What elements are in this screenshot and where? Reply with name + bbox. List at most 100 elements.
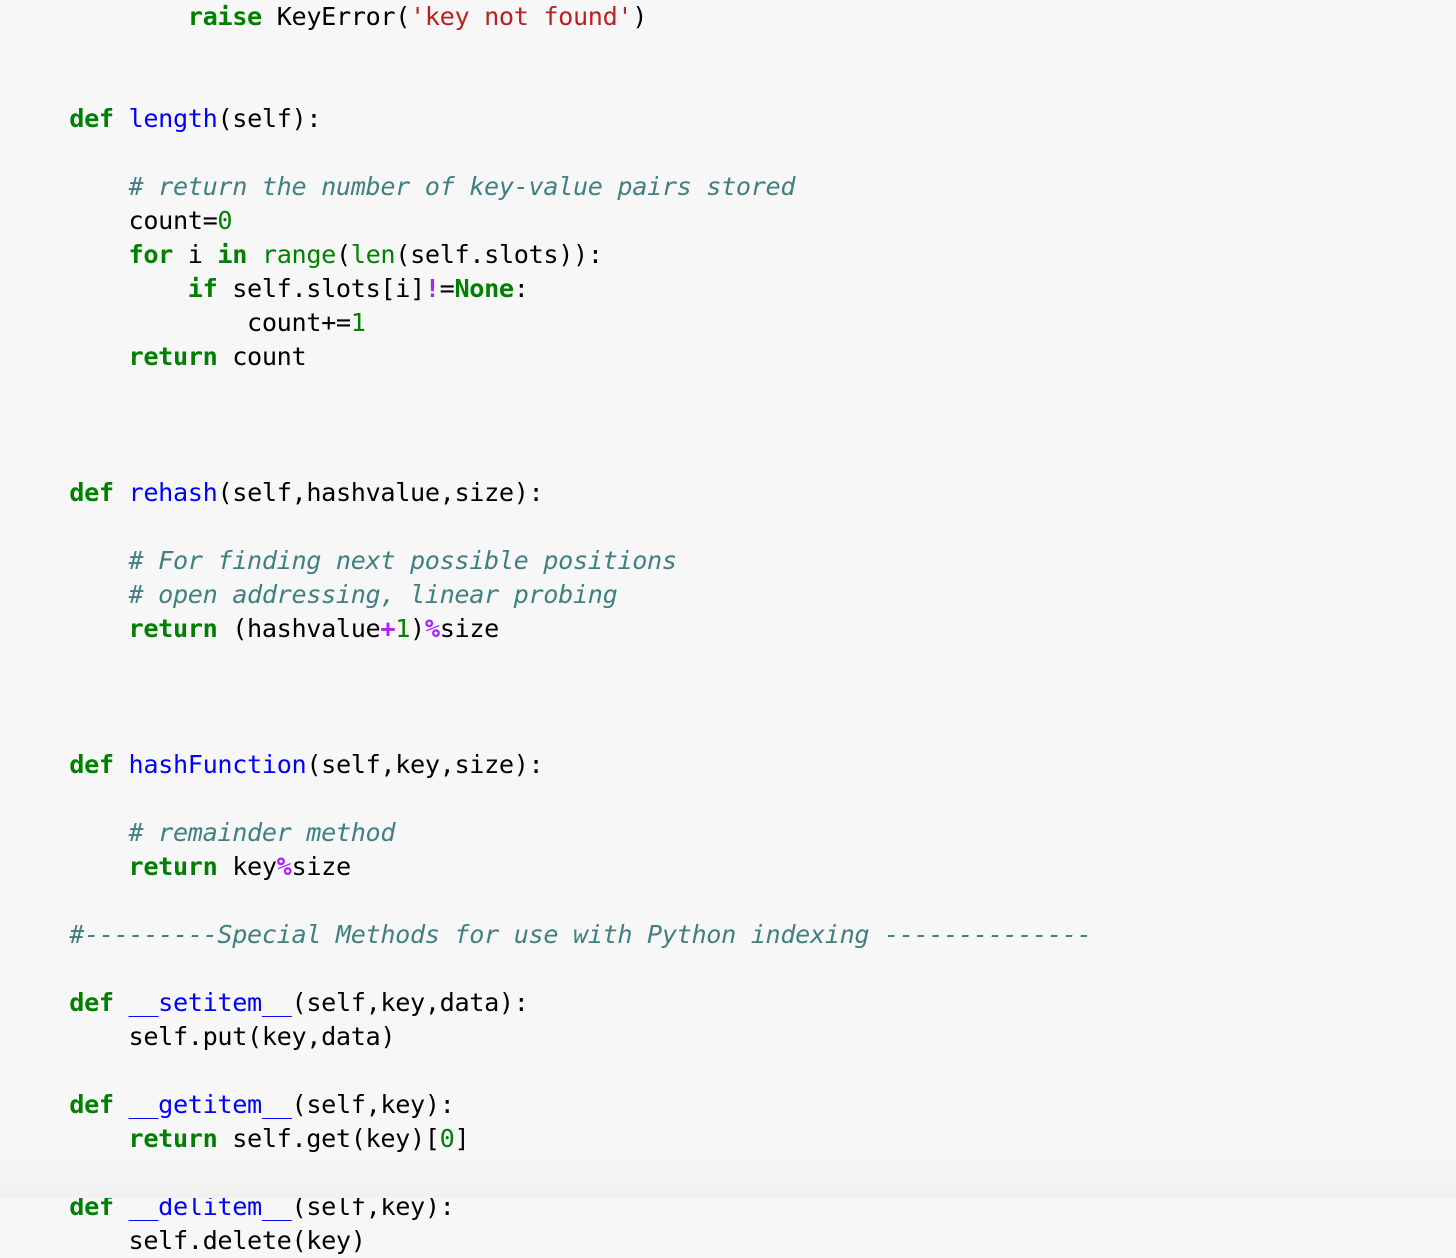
code-token: size: [439, 614, 500, 643]
code-token: (self,key,size):: [306, 750, 544, 779]
code-token: count=: [128, 206, 218, 235]
python-code-block[interactable]: raise KeyError('key not found') def leng…: [0, 0, 1456, 1258]
code-token: # open addressing, linear probing: [128, 580, 618, 609]
code-token: hashFunction: [128, 750, 307, 779]
code-token: %: [276, 852, 292, 881]
line-return-self-get: return self.get(key)[0]: [10, 1122, 1456, 1156]
line-def-length: def length(self):: [10, 102, 1456, 136]
code-token: self.get(key)[: [217, 1124, 440, 1153]
code-token: (hashvalue: [217, 614, 381, 643]
line-blank-11: [10, 782, 1456, 816]
line-if-slot-not-none: if self.slots[i]!=None:: [10, 272, 1456, 306]
code-token: self.delete(key): [128, 1226, 366, 1255]
line-blank-10: [10, 714, 1456, 748]
line-self-delete: self.delete(key): [10, 1224, 1456, 1258]
line-return-rehash: return (hashvalue+1)%size: [10, 612, 1456, 646]
code-token: length: [128, 104, 218, 133]
code-token: for: [128, 240, 174, 269]
line-blank-1: [10, 34, 1456, 68]
code-token: ): [410, 614, 425, 643]
line-return-count: return count: [10, 340, 1456, 374]
line-blank-8: [10, 646, 1456, 680]
line-for-range: for i in range(len(self.slots)):: [10, 238, 1456, 272]
code-token: i: [172, 240, 218, 269]
line-blank-2: [10, 68, 1456, 102]
code-token: def: [69, 988, 114, 1017]
code-token: +: [380, 614, 396, 643]
code-token: count+=: [247, 308, 351, 337]
code-token: def: [69, 1090, 114, 1119]
line-comment-special-methods-banner: #---------Special Methods for use with P…: [10, 918, 1456, 952]
line-blank-7: [10, 510, 1456, 544]
code-token: ): [632, 2, 648, 31]
line-blank-4: [10, 374, 1456, 408]
line-comment-count-pairs: # return the number of key-value pairs s…: [10, 170, 1456, 204]
code-token: (self,key):: [291, 1192, 455, 1221]
code-token: # return the number of key-value pairs s…: [128, 172, 796, 201]
code-token: __delitem__: [128, 1192, 292, 1221]
code-token: __setitem__: [128, 988, 292, 1017]
line-blank-14: [10, 1054, 1456, 1088]
code-token: return: [128, 852, 218, 881]
code-token: !: [424, 274, 440, 303]
line-comment-linear-probing: # open addressing, linear probing: [10, 578, 1456, 612]
code-token: in: [217, 240, 248, 269]
code-token: if: [187, 274, 218, 303]
line-comment-remainder-method: # remainder method: [10, 816, 1456, 850]
code-token: size: [291, 852, 352, 881]
code-token: (self,key):: [291, 1090, 455, 1119]
line-blank-3: [10, 136, 1456, 170]
code-token: def: [69, 478, 114, 507]
code-token: (self,hashvalue,size):: [217, 478, 544, 507]
code-token: 'key not found': [410, 2, 633, 31]
line-def-delitem: def __delitem__(self,key):: [10, 1190, 1456, 1224]
code-token: range: [261, 240, 336, 269]
code-token: %: [424, 614, 440, 643]
code-token: key: [217, 852, 277, 881]
code-token: # remainder method: [128, 818, 396, 847]
code-token: __getitem__: [128, 1090, 292, 1119]
code-token: 0: [217, 206, 233, 235]
code-token: ]: [454, 1124, 470, 1153]
line-return-key-mod-size: return key%size: [10, 850, 1456, 884]
line-self-put: self.put(key,data): [10, 1020, 1456, 1054]
code-token: 0: [439, 1124, 455, 1153]
code-token: self.slots[i]: [217, 274, 425, 303]
line-def-hashfunction: def hashFunction(self,key,size):: [10, 748, 1456, 782]
line-def-rehash: def rehash(self,hashvalue,size):: [10, 476, 1456, 510]
code-token: 1: [350, 308, 366, 337]
line-blank-9: [10, 680, 1456, 714]
line-def-getitem: def __getitem__(self,key):: [10, 1088, 1456, 1122]
line-raise-keyerror: raise KeyError('key not found'): [10, 0, 1456, 34]
code-token: 1: [395, 614, 411, 643]
code-token: def: [69, 104, 114, 133]
code-token: (self.slots)):: [395, 240, 603, 269]
line-blank-15: [10, 1156, 1456, 1190]
code-token: return: [128, 1124, 218, 1153]
line-blank-6: [10, 442, 1456, 476]
